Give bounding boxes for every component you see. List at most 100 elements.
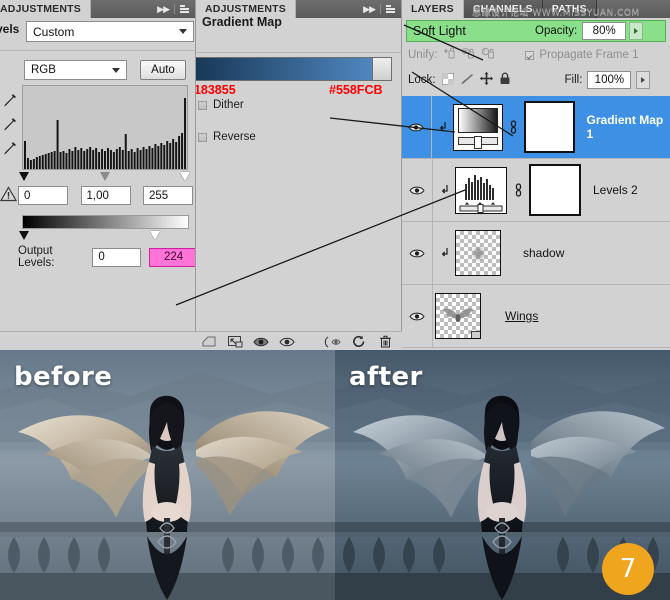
dither-checkbox[interactable] <box>198 100 207 110</box>
levels-input-slider[interactable] <box>19 171 190 182</box>
input-white-handle[interactable] <box>180 172 190 181</box>
levels-channel-select[interactable]: RGB <box>24 60 127 80</box>
transparent-wings-thumbnail[interactable] <box>435 293 481 339</box>
white-point-eyedropper[interactable] <box>2 140 18 156</box>
levels-input-fields: 0 1,00 255 <box>18 186 193 205</box>
blend-mode-value: Soft Light <box>413 24 466 38</box>
reset-adjustment-icon[interactable] <box>346 333 372 351</box>
levels-preset-value: Custom <box>33 24 75 39</box>
clip-to-layer-icon[interactable] <box>222 333 248 351</box>
input-black-field[interactable]: 0 <box>18 186 68 205</box>
output-white-field[interactable]: 224 <box>149 247 195 267</box>
levels-output-row: Output Levels: 0 224 <box>18 245 195 269</box>
layer-row-shadow[interactable]: shadow <box>402 221 670 285</box>
blend-mode-select[interactable]: Soft Light <box>409 21 529 41</box>
input-gamma-field[interactable]: 1,00 <box>80 186 131 205</box>
lock-transparent-pixels-icon[interactable] <box>441 72 454 88</box>
chevron-down-icon <box>112 67 120 73</box>
input-white-field[interactable]: 255 <box>143 186 193 205</box>
propagate-frame-row[interactable]: Propagate Frame 1 <box>525 49 639 61</box>
levels-output-slider[interactable] <box>19 230 189 241</box>
lock-image-pixels-icon[interactable] <box>460 73 474 88</box>
double-arrow-right-icon[interactable]: ▶▶ <box>157 4 170 15</box>
tab-adjustments-right-label: ADJUSTMENTS <box>205 3 286 15</box>
adjustments-tabbar: ADJUSTMENTS ▶▶ <box>0 0 195 18</box>
toggle-layer-visibility-icon[interactable] <box>248 333 274 351</box>
layer-visibility-toggle[interactable] <box>402 122 431 133</box>
clipping-mask-arrow-icon <box>432 121 453 133</box>
gradient-picker-dropdown[interactable] <box>372 57 392 81</box>
layer-name-shadow: shadow <box>523 246 565 260</box>
gradient-preview-swatch[interactable] <box>196 57 392 81</box>
gradient-end-hex-label: #558FCB <box>329 83 383 97</box>
after-caption: after <box>349 362 423 392</box>
reverse-checkbox[interactable] <box>198 132 207 142</box>
panel-menu-icon[interactable] <box>386 5 395 13</box>
lock-all-icon[interactable] <box>499 72 511 88</box>
output-levels-label: Output Levels: <box>18 245 55 269</box>
unify-visibility-icon[interactable] <box>461 47 476 63</box>
unify-style-icon[interactable]: f <box>481 47 496 63</box>
tab-divider <box>174 4 175 14</box>
layer-row-wings[interactable]: Wings <box>402 284 670 348</box>
input-black-value: 0 <box>24 189 31 202</box>
lock-position-icon[interactable] <box>479 72 493 88</box>
levels-title: Levels <box>0 22 20 36</box>
panel-menu-icon[interactable] <box>180 5 189 13</box>
layer-visibility-toggle[interactable] <box>402 248 432 259</box>
lock-row: Lock: Fill: 100% <box>408 70 664 90</box>
output-black-value: 0 <box>98 251 105 263</box>
reverse-checkbox-row[interactable]: Reverse <box>198 131 256 143</box>
input-black-handle[interactable] <box>19 172 29 181</box>
return-to-adjustment-list-icon[interactable] <box>196 333 222 351</box>
levels-auto-button[interactable]: Auto <box>140 60 186 80</box>
levels-histogram <box>22 85 188 170</box>
adjustments-bottom-icons <box>196 332 402 351</box>
before-after-comparison: before after <box>0 350 670 600</box>
gradient-map-tab-icons: ▶▶ <box>357 0 401 18</box>
layer-mask-thumbnail[interactable] <box>529 164 581 216</box>
levels-preset-select[interactable]: Custom <box>26 21 194 42</box>
clipping-mask-arrow-icon <box>433 247 455 259</box>
clipping-mask-arrow-icon <box>433 184 455 196</box>
layer-row-levels-2[interactable]: Levels 2 <box>402 158 670 222</box>
tab-layers[interactable]: LAYERS <box>402 0 464 18</box>
tabbar-filler-2 <box>296 0 357 18</box>
gray-point-eyedropper[interactable] <box>2 116 18 132</box>
input-gamma-handle[interactable] <box>100 172 110 181</box>
fill-slider-toggle[interactable] <box>636 71 651 89</box>
layer-visibility-toggle[interactable] <box>402 311 432 322</box>
layer-mask-link-icon[interactable] <box>507 183 529 197</box>
tab-layers-label: LAYERS <box>411 3 454 15</box>
layer-mask-link-icon[interactable] <box>503 120 524 134</box>
double-arrow-right-icon[interactable]: ▶▶ <box>363 4 376 15</box>
tab-adjustments-left[interactable]: ADJUSTMENTS <box>0 0 91 18</box>
fill-field[interactable]: 100% <box>587 71 632 89</box>
opacity-label: Opacity: <box>535 25 578 37</box>
output-white-handle[interactable] <box>150 231 160 240</box>
layer-mask-thumbnail[interactable] <box>524 101 575 153</box>
output-white-value: 224 <box>163 251 184 263</box>
layer-visibility-toggle[interactable] <box>402 185 432 196</box>
opacity-field[interactable]: 80% <box>582 22 627 40</box>
output-black-field[interactable]: 0 <box>92 247 142 267</box>
preview-eye-icon[interactable] <box>274 333 300 351</box>
gradient-map-title: Gradient Map <box>202 15 282 29</box>
unify-row: Unify: f Propagate Frame 1 <box>408 46 664 64</box>
view-previous-state-icon[interactable] <box>320 333 346 351</box>
delete-adjustment-layer-icon[interactable] <box>372 333 398 351</box>
levels-histogram-thumbnail[interactable] <box>455 166 507 214</box>
transparent-shadow-thumbnail[interactable] <box>455 230 501 276</box>
clipping-warning-icon[interactable] <box>0 186 18 202</box>
gradient-preview-fill <box>196 58 391 80</box>
output-black-handle[interactable] <box>19 231 29 240</box>
opacity-slider-toggle[interactable] <box>629 22 644 40</box>
propagate-frame-checkbox[interactable] <box>525 50 535 60</box>
input-white-value: 255 <box>149 189 169 202</box>
layer-row-gradient-map-1[interactable]: Gradient Map 1 <box>402 95 670 159</box>
unify-position-icon[interactable] <box>442 47 456 63</box>
dither-checkbox-row[interactable]: Dither <box>198 99 244 111</box>
black-point-eyedropper[interactable] <box>2 92 18 108</box>
gradient-map-thumbnail[interactable] <box>453 103 504 151</box>
levels-auto-label: Auto <box>151 64 175 76</box>
